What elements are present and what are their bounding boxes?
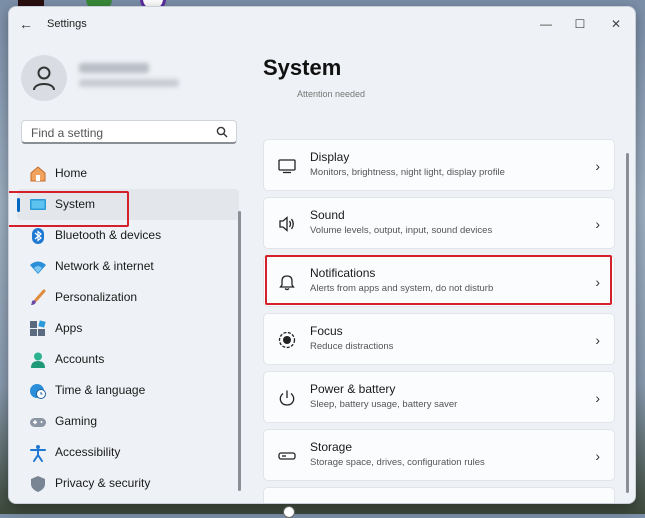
main-content: System Attention needed Display Monitors…	[249, 41, 635, 503]
sidebar-item-label: Privacy & security	[55, 476, 151, 490]
maximize-button[interactable]: ☐	[565, 13, 595, 35]
sidebar-item-personalization[interactable]: Personalization	[17, 282, 239, 313]
settings-window: ← Settings — ☐ ✕ Ho	[8, 6, 636, 504]
taskbar-indicator	[283, 506, 295, 518]
search-icon[interactable]	[216, 126, 228, 138]
avatar	[21, 55, 67, 101]
selection-indicator	[17, 198, 20, 212]
chevron-right-icon: ›	[595, 158, 600, 174]
sidebar-item-label: Personalization	[55, 290, 138, 304]
card-next-partial[interactable]	[263, 487, 615, 503]
sidebar-item-label: Gaming	[55, 414, 98, 428]
card-storage[interactable]: Storage Storage space, drives, configura…	[263, 429, 615, 481]
card-focus[interactable]: Focus Reduce distractions ›	[263, 313, 615, 365]
card-subtitle: Storage space, drives, configuration rul…	[310, 457, 485, 468]
sidebar: Home System Bluetooth & devices Network …	[9, 41, 249, 503]
card-subtitle: Alerts from apps and system, do not dist…	[310, 283, 494, 294]
profile-name-blurred	[79, 63, 149, 73]
card-title: Storage	[310, 440, 353, 454]
sidebar-scrollbar[interactable]	[238, 211, 241, 491]
card-display[interactable]: Display Monitors, brightness, night ligh…	[263, 139, 615, 191]
card-sound[interactable]: Sound Volume levels, output, input, soun…	[263, 197, 615, 249]
close-button[interactable]: ✕	[601, 13, 631, 35]
gamepad-icon	[30, 418, 46, 427]
sidebar-item-label: Home	[55, 166, 88, 180]
chevron-right-icon: ›	[595, 274, 600, 290]
accessibility-icon	[30, 445, 46, 462]
sidebar-item-bluetooth[interactable]: Bluetooth & devices	[17, 220, 239, 251]
card-title: Power & battery	[310, 382, 396, 396]
sidebar-item-label: Apps	[55, 321, 83, 335]
storage-icon	[278, 452, 296, 460]
chevron-right-icon: ›	[595, 216, 600, 232]
sidebar-item-accounts[interactable]: Accounts	[17, 344, 239, 375]
sidebar-item-label: Accounts	[55, 352, 105, 366]
chevron-right-icon: ›	[595, 448, 600, 464]
card-notifications[interactable]: Notifications Alerts from apps and syste…	[263, 255, 615, 307]
card-title: Sound	[310, 208, 345, 222]
bluetooth-icon	[32, 228, 44, 244]
main-scrollbar[interactable]	[626, 153, 629, 493]
card-subtitle: Monitors, brightness, night light, displ…	[310, 167, 505, 178]
focus-icon	[278, 331, 296, 349]
card-title: Display	[310, 150, 350, 164]
profile-email-blurred	[79, 79, 179, 87]
sidebar-nav: Home System Bluetooth & devices Network …	[9, 158, 249, 499]
card-title: Focus	[310, 324, 343, 338]
sidebar-item-home[interactable]: Home	[17, 158, 239, 189]
chevron-right-icon: ›	[595, 332, 600, 348]
window-title: Settings	[47, 18, 87, 30]
globe-clock-icon	[30, 384, 46, 399]
sidebar-item-system[interactable]: System	[17, 189, 239, 220]
search-input[interactable]	[29, 124, 213, 142]
monitor-icon	[30, 199, 46, 210]
card-title: Notifications	[310, 266, 376, 280]
sidebar-item-label: Time & language	[55, 383, 146, 397]
minimize-button[interactable]: —	[531, 13, 561, 35]
card-power-battery[interactable]: Power & battery Sleep, battery usage, ba…	[263, 371, 615, 423]
card-subtitle: Sleep, battery usage, battery saver	[310, 399, 458, 410]
search-box[interactable]	[21, 120, 237, 144]
sidebar-item-label: Network & internet	[55, 259, 154, 273]
sidebar-item-label: Bluetooth & devices	[55, 228, 162, 242]
apps-icon	[30, 320, 46, 336]
speaker-icon	[279, 216, 294, 232]
sidebar-item-network[interactable]: Network & internet	[17, 251, 239, 282]
sidebar-item-label: Accessibility	[55, 445, 121, 459]
shield-icon	[31, 476, 45, 492]
title-bar: ← Settings — ☐ ✕	[9, 7, 635, 41]
person-icon	[33, 66, 55, 91]
sidebar-item-label: System	[55, 197, 96, 211]
brush-icon	[31, 289, 46, 305]
person-icon	[31, 352, 45, 368]
page-title: System	[263, 55, 342, 80]
sidebar-item-privacy[interactable]: Privacy & security	[17, 468, 239, 499]
wifi-icon	[30, 261, 46, 274]
back-arrow-icon[interactable]: ←	[19, 16, 35, 32]
display-icon	[278, 159, 296, 174]
sidebar-item-time-language[interactable]: Time & language	[17, 375, 239, 406]
user-profile[interactable]	[21, 55, 241, 107]
bell-icon	[279, 275, 295, 291]
chevron-right-icon: ›	[595, 390, 600, 406]
card-subtitle: Reduce distractions	[310, 341, 394, 352]
sidebar-item-gaming[interactable]: Gaming	[17, 406, 239, 437]
sidebar-item-apps[interactable]: Apps	[17, 313, 239, 344]
sidebar-item-accessibility[interactable]: Accessibility	[17, 437, 239, 468]
card-subtitle: Volume levels, output, input, sound devi…	[310, 225, 493, 236]
attention-status: Attention needed	[297, 89, 366, 99]
power-icon	[279, 390, 295, 406]
home-icon	[30, 166, 46, 182]
